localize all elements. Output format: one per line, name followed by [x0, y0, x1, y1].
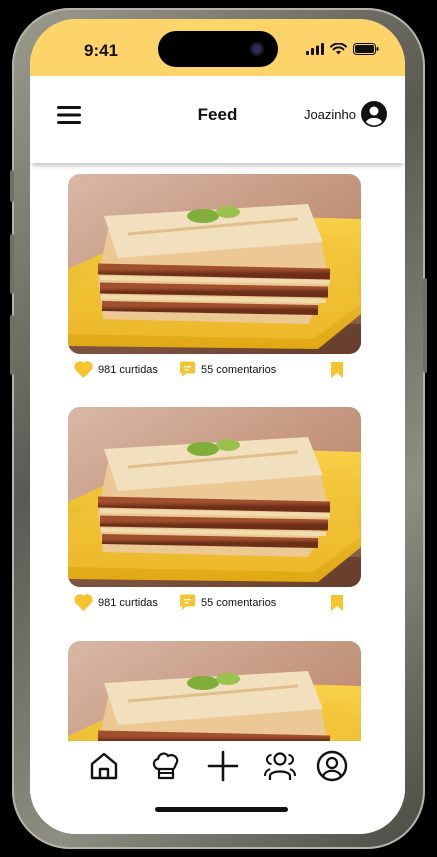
phone-volume-up [10, 234, 14, 294]
camera-icon [250, 42, 264, 56]
comment-button[interactable]: 55 comentarios [179, 594, 276, 611]
users-icon [264, 752, 296, 780]
wifi-icon [330, 43, 347, 55]
comment-icon [180, 594, 195, 610]
feed-post [68, 641, 361, 741]
feed-list[interactable]: 981 curtidas 55 comentarios 981 curtidas… [30, 163, 405, 741]
battery-icon [353, 43, 379, 55]
heart-icon [74, 361, 93, 378]
comment-button[interactable]: 55 comentarios [179, 361, 276, 378]
post-photo[interactable] [68, 407, 361, 587]
comments-count: 55 comentarios [201, 363, 277, 376]
phone-silent-switch [10, 170, 14, 202]
post-photo[interactable] [68, 174, 361, 354]
heart-icon [74, 594, 93, 611]
feed-post: 981 curtidas 55 comentarios [68, 407, 361, 617]
status-bar: 9:41 [30, 19, 405, 76]
tab-add-post[interactable] [206, 749, 240, 783]
app-header: Feed Joazinho [30, 76, 405, 163]
likes-count: 981 curtidas [98, 363, 158, 376]
username-label: Joazinho [303, 106, 356, 122]
phone-volume-down [10, 315, 14, 375]
tab-community[interactable] [263, 749, 297, 783]
profile-icon [316, 750, 348, 782]
user-profile-button[interactable]: Joazinho [304, 101, 387, 127]
tab-profile[interactable] [315, 749, 349, 783]
bookmark-icon[interactable] [331, 362, 343, 378]
user-circle-icon [361, 101, 387, 127]
cellular-signal-icon [306, 43, 324, 55]
home-icon [90, 752, 118, 780]
like-button[interactable]: 981 curtidas [74, 594, 158, 611]
feed-post: 981 curtidas 55 comentarios [68, 174, 361, 384]
dynamic-island [158, 31, 278, 67]
comments-count: 55 comentarios [201, 596, 277, 609]
chef-hat-icon [152, 752, 179, 780]
comment-icon [180, 361, 195, 377]
tab-recipes[interactable] [149, 749, 183, 783]
likes-count: 981 curtidas [98, 596, 158, 609]
tab-home[interactable] [87, 749, 121, 783]
status-time: 9:41 [84, 41, 119, 60]
plus-icon [207, 750, 239, 782]
phone-power-button [423, 278, 427, 373]
like-button[interactable]: 981 curtidas [74, 361, 158, 378]
home-indicator[interactable] [155, 807, 288, 812]
bottom-tab-bar [30, 741, 405, 834]
post-photo[interactable] [68, 641, 361, 741]
phone-screen: 9:41 Feed Joazinho 981 curtidas 55 comen… [30, 19, 405, 834]
bookmark-icon[interactable] [331, 595, 343, 611]
